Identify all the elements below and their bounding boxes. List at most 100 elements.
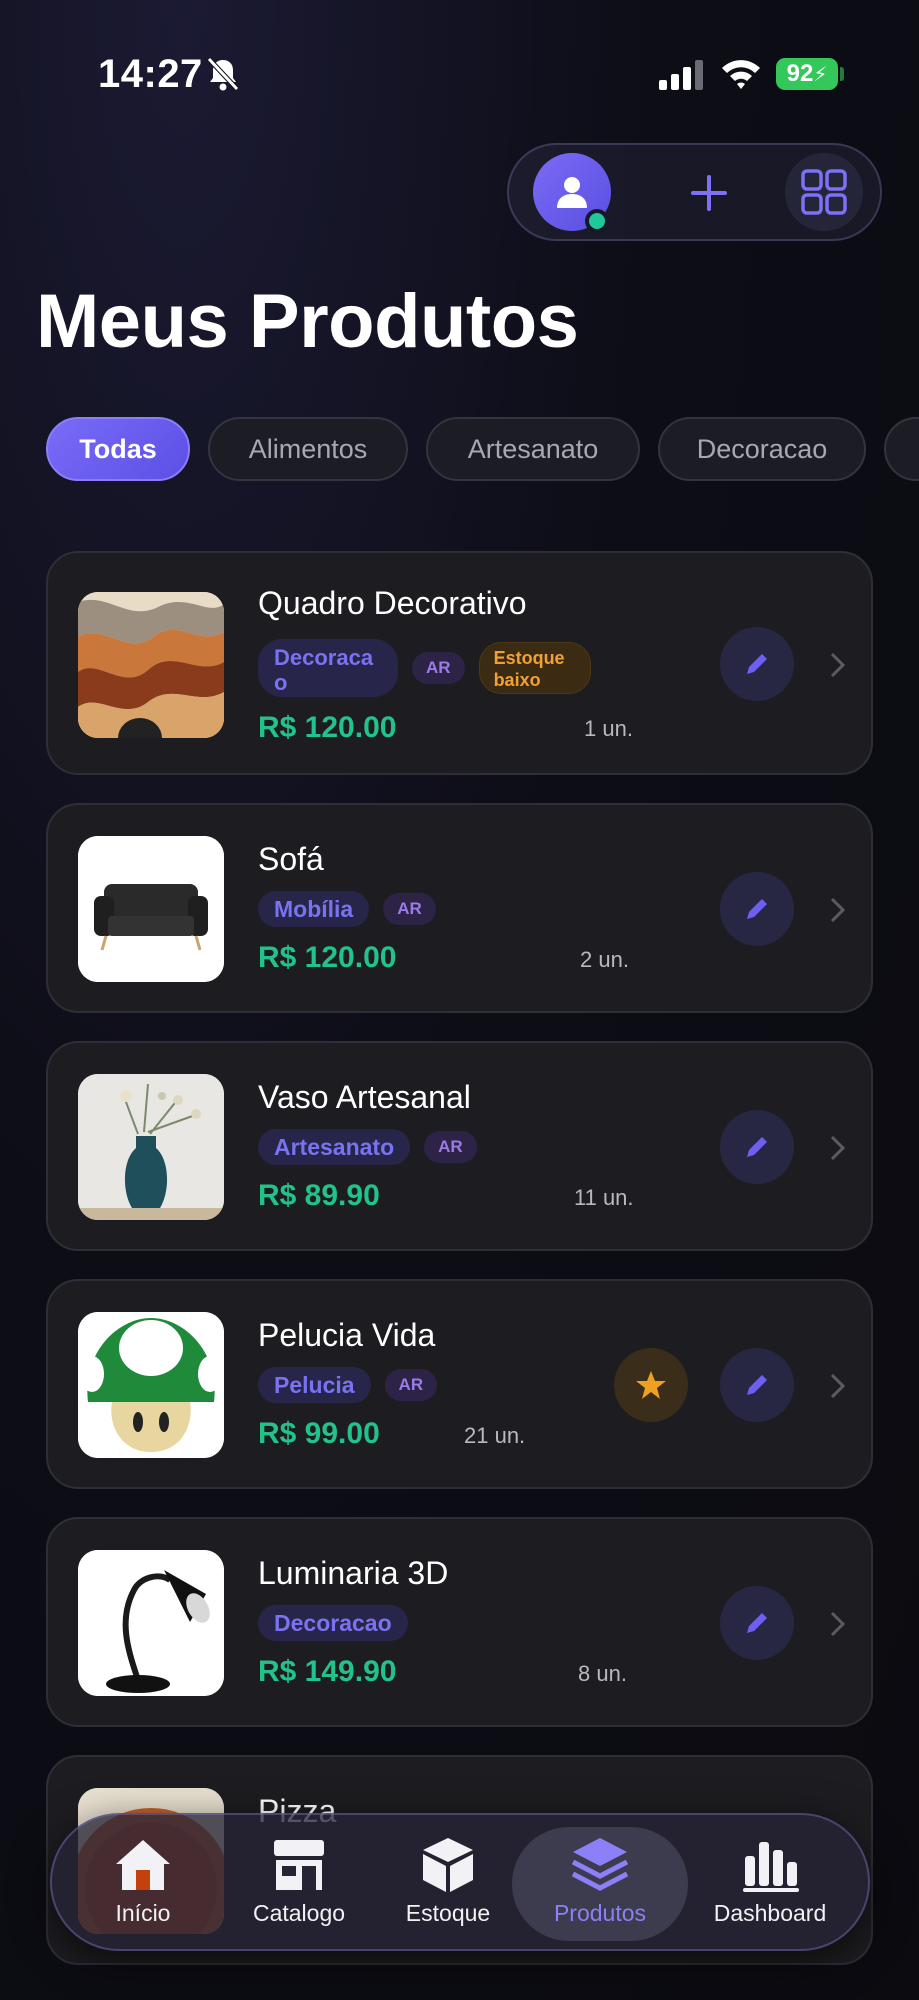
- nav-label: Catalogo: [252, 1900, 346, 1926]
- product-price: R$ 120.00: [258, 941, 397, 974]
- product-quantity: 11 un.: [574, 1185, 634, 1210]
- battery-level: 92: [786, 60, 814, 87]
- battery-indicator: 92 ⚡: [776, 58, 838, 90]
- category-badge: Artesanato: [258, 1129, 411, 1165]
- product-image: [78, 1312, 224, 1458]
- grid-icon: [801, 169, 847, 215]
- chevron-right-icon[interactable]: [826, 1133, 850, 1163]
- product-image: [78, 836, 224, 982]
- product-tags: Mobília AR: [258, 891, 436, 927]
- filter-chip-more[interactable]: [884, 417, 919, 481]
- category-badge: Pelucia: [258, 1367, 371, 1403]
- nav-label: Produtos: [553, 1900, 647, 1926]
- nav-item-inicio[interactable]: Início: [80, 1827, 206, 1941]
- edit-button[interactable]: [720, 1110, 794, 1184]
- product-card[interactable]: Luminaria 3D Decoracao R$ 149.90 8 un.: [46, 1517, 873, 1727]
- star-icon: [636, 1371, 666, 1399]
- product-price: R$ 149.90: [258, 1655, 397, 1688]
- product-name: Luminaria 3D: [258, 1555, 449, 1591]
- bottom-navigation: Início Catalogo Estoque Produtos Dashboa…: [50, 1813, 870, 1951]
- status-time: 14:27: [98, 52, 203, 96]
- chevron-right-icon[interactable]: [826, 650, 850, 680]
- category-badge: Decoracao: [258, 639, 398, 697]
- product-price: R$ 99.00: [258, 1417, 380, 1450]
- status-bar: 14:27 92 ⚡: [0, 0, 919, 150]
- product-tags: Decoracao: [258, 1605, 408, 1641]
- nav-item-catalogo[interactable]: Catalogo: [234, 1827, 364, 1941]
- product-card[interactable]: Sofá Mobília AR R$ 120.00 2 un.: [46, 803, 873, 1013]
- product-tags: Decoracao AR Estoque baixo: [258, 639, 591, 697]
- signal-icon: [659, 60, 703, 90]
- chevron-right-icon[interactable]: [826, 1371, 850, 1401]
- mushroom-plush-image: [78, 1312, 224, 1458]
- store-icon: [274, 1840, 324, 1890]
- category-badge: Mobília: [258, 891, 370, 927]
- product-quantity: 8 un.: [578, 1661, 627, 1686]
- filter-chip-artesanato[interactable]: Artesanato: [426, 417, 640, 481]
- grid-view-button[interactable]: [785, 153, 863, 231]
- home-icon: [116, 1840, 170, 1890]
- bell-off-icon: [207, 57, 239, 91]
- page-title: Meus Produtos: [36, 279, 579, 364]
- pencil-icon: [747, 1613, 767, 1633]
- nav-label: Início: [115, 1900, 171, 1926]
- header-actions: [507, 143, 882, 241]
- product-quantity: 2 un.: [580, 947, 629, 972]
- filter-chip-todas[interactable]: Todas: [46, 417, 190, 481]
- nav-item-dashboard[interactable]: Dashboard: [700, 1827, 840, 1941]
- nav-item-produtos[interactable]: Produtos: [512, 1827, 688, 1941]
- product-quantity: 1 un.: [584, 716, 633, 741]
- wifi-icon: [722, 60, 760, 89]
- product-card[interactable]: Vaso Artesanal Artesanato AR R$ 89.90 11…: [46, 1041, 873, 1251]
- pencil-icon: [747, 899, 767, 919]
- product-image: [78, 592, 224, 738]
- product-name: Sofá: [258, 841, 324, 877]
- wavy-painting-image: [78, 592, 224, 738]
- product-name: Quadro Decorativo: [258, 585, 527, 621]
- edit-button[interactable]: [720, 1586, 794, 1660]
- low-stock-badge: Estoque baixo: [478, 642, 591, 694]
- product-card[interactable]: Pelucia Vida Pelucia AR R$ 99.00 21 un.: [46, 1279, 873, 1489]
- sofa-image: [78, 836, 224, 982]
- nav-label: Estoque: [405, 1900, 491, 1926]
- product-quantity: 21 un.: [464, 1423, 526, 1448]
- product-image: [78, 1550, 224, 1696]
- product-price: R$ 89.90: [258, 1179, 380, 1212]
- add-product-button[interactable]: [679, 163, 739, 223]
- category-badge: Decoracao: [258, 1605, 408, 1641]
- online-status-dot: [585, 209, 609, 233]
- vase-image: [78, 1074, 224, 1220]
- nav-label: Dashboard: [713, 1900, 827, 1926]
- ar-badge: AR: [384, 1369, 438, 1401]
- product-tags: Artesanato AR: [258, 1129, 477, 1165]
- product-price: R$ 120.00: [258, 711, 397, 744]
- pencil-icon: [747, 1137, 767, 1157]
- battery-cap: [840, 67, 844, 81]
- bar-chart-icon: [743, 1842, 799, 1892]
- plus-icon: [691, 175, 727, 211]
- product-card[interactable]: Quadro Decorativo Decoracao AR Estoque b…: [46, 551, 873, 775]
- chevron-right-icon[interactable]: [826, 895, 850, 925]
- pencil-icon: [747, 654, 767, 674]
- product-name: Pelucia Vida: [258, 1317, 436, 1353]
- product-tags: Pelucia AR: [258, 1367, 438, 1403]
- box-icon: [423, 1838, 473, 1892]
- charging-icon: ⚡: [813, 63, 828, 86]
- layers-icon: [571, 1838, 629, 1891]
- filter-chip-decoracao[interactable]: Decoracao: [658, 417, 866, 481]
- desk-lamp-image: [78, 1550, 224, 1696]
- product-name: Vaso Artesanal: [258, 1079, 471, 1115]
- edit-button[interactable]: [720, 1348, 794, 1422]
- pencil-icon: [747, 1375, 767, 1395]
- filter-chip-alimentos[interactable]: Alimentos: [208, 417, 408, 481]
- ar-badge: AR: [412, 652, 465, 684]
- ar-badge: AR: [383, 893, 436, 925]
- category-filter-bar: Todas Alimentos Artesanato Decoracao: [46, 417, 919, 483]
- featured-button[interactable]: [614, 1348, 688, 1422]
- nav-item-estoque[interactable]: Estoque: [392, 1827, 504, 1941]
- chevron-right-icon[interactable]: [826, 1609, 850, 1639]
- user-icon: [557, 177, 587, 208]
- edit-button[interactable]: [720, 627, 794, 701]
- edit-button[interactable]: [720, 872, 794, 946]
- ar-badge: AR: [424, 1131, 477, 1163]
